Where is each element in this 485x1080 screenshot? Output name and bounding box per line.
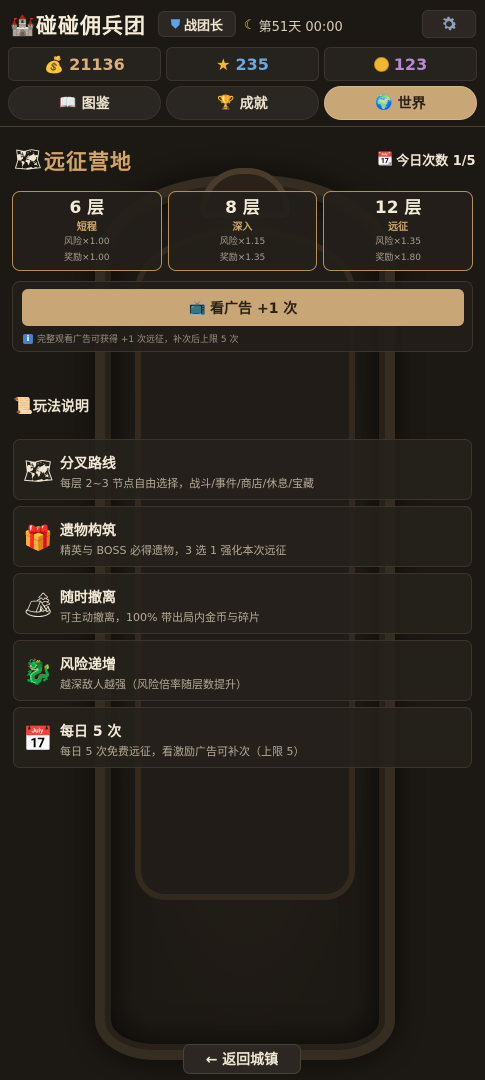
tab-achievements[interactable]: 🏆 成就 <box>166 86 319 120</box>
back-to-town-button[interactable]: ← 返回城镇 <box>183 1044 301 1074</box>
moon-icon: ☾ <box>244 18 256 33</box>
app-title: 碰碰佣兵团 <box>36 14 146 38</box>
depth-reward: 奖励×1.35 <box>219 253 266 263</box>
info-icon: i <box>23 333 33 344</box>
settings-button[interactable] <box>422 10 476 38</box>
map-icon: 🗺 <box>23 457 54 485</box>
coin-counter: 123 <box>324 47 477 81</box>
depth-title: 6 层 <box>69 198 105 218</box>
daily-attempts: 📆 今日次数 1/5 <box>377 150 476 169</box>
ad-panel: 📺 看广告 +1 次 i 完整观看广告可获得 +1 次远征，补次后上限 5 次 <box>12 281 473 352</box>
depth-name: 远征 <box>388 222 409 233</box>
rules-list: 🗺 分叉路线 每层 2~3 节点自由选择，战斗/事件/商店/休息/宝藏 🎁 遗物… <box>13 439 472 774</box>
rule-desc: 精英与 BOSS 必得遗物，3 选 1 强化本次远征 <box>60 544 287 557</box>
tab-label: 世界 <box>397 96 426 112</box>
depth-option-12[interactable]: 12 层 远征 风险×1.35 奖励×1.80 <box>323 191 474 271</box>
depth-option-6[interactable]: 6 层 短程 风险×1.00 奖励×1.00 <box>12 191 162 271</box>
rules-title: 玩法说明 <box>33 399 89 415</box>
rule-item: 🎁 遗物构筑 精英与 BOSS 必得遗物，3 选 1 强化本次远征 <box>13 506 472 567</box>
watch-ad-button[interactable]: 📺 看广告 +1 次 <box>22 289 464 326</box>
depth-risk: 风险×1.00 <box>64 237 110 247</box>
book-icon: 📖 <box>59 95 77 111</box>
trophy-icon: 🏆 <box>217 95 235 111</box>
rank-label: 战团长 <box>184 18 224 34</box>
star-value: 235 <box>235 54 269 74</box>
attempts-label: 今日次数 1/5 <box>396 154 476 169</box>
divider <box>0 126 485 127</box>
rank-badge[interactable]: ⛊ 战团长 <box>158 11 237 37</box>
day-time-label: 第51天 00:00 <box>258 20 343 35</box>
tab-label: 成就 <box>239 96 268 112</box>
top-bar: 🏰 碰碰佣兵团 ⛊ 战团长 ☾ 第51天 00:00 <box>0 0 485 46</box>
rule-title: 随时撤离 <box>60 590 116 606</box>
rule-desc: 可主动撤离，100% 带出局内金币与碎片 <box>60 611 260 624</box>
tab-label: 图鉴 <box>81 96 110 112</box>
rule-desc: 越深敌人越强（风险倍率随层数提升） <box>60 678 247 691</box>
rule-desc: 每日 5 次免费远征，看激励广告可补次（上限 5） <box>60 745 305 758</box>
depth-title: 8 层 <box>225 198 260 218</box>
coin-value: 123 <box>393 54 428 74</box>
money-bag-icon: 💰 <box>44 54 65 74</box>
depth-reward: 奖励×1.00 <box>64 253 110 263</box>
ad-note: i 完整观看广告可获得 +1 次远征，补次后上限 5 次 <box>23 332 238 345</box>
rule-desc: 每层 2~3 节点自由选择，战斗/事件/商店/休息/宝藏 <box>60 477 315 490</box>
star-icon: ★ <box>216 54 231 74</box>
camp-icon: 🏕 <box>23 591 54 619</box>
tab-world[interactable]: 🌍 世界 <box>324 86 477 120</box>
star-counter: ★ 235 <box>166 47 319 81</box>
tab-codex[interactable]: 📖 图鉴 <box>8 86 161 120</box>
gear-icon <box>443 16 457 31</box>
castle-icon: 🏰 <box>10 13 35 37</box>
depth-option-8[interactable]: 8 层 深入 风险×1.15 奖励×1.35 <box>167 191 318 271</box>
ad-note-text: 完整观看广告可获得 +1 次远征，补次后上限 5 次 <box>37 335 239 345</box>
depth-risk: 风险×1.35 <box>375 237 421 247</box>
coin-icon <box>373 56 389 72</box>
rule-title: 每日 5 次 <box>60 724 122 740</box>
rule-title: 分叉路线 <box>60 456 116 472</box>
tv-icon: 📺 <box>188 299 207 316</box>
depth-name: 短程 <box>76 222 97 233</box>
globe-icon: 🌍 <box>375 95 393 111</box>
rule-item: 🏕 随时撤离 可主动撤离，100% 带出局内金币与碎片 <box>13 573 472 634</box>
rule-title: 遗物构筑 <box>60 523 116 539</box>
rule-item: 📅 每日 5 次 每日 5 次免费远征，看激励广告可补次（上限 5） <box>13 707 472 768</box>
day-info: ☾ 第51天 00:00 <box>244 16 343 35</box>
depth-title: 12 层 <box>374 198 422 218</box>
rule-item: 🐉 风险递增 越深敌人越强（风险倍率随层数提升） <box>13 640 472 701</box>
watch-ad-label: 看广告 +1 次 <box>210 300 298 317</box>
main-tabs: 📖 图鉴 🏆 成就 🌍 世界 <box>8 86 477 120</box>
section-title: 远征营地 <box>44 150 132 174</box>
depth-reward: 奖励×1.80 <box>375 253 421 263</box>
depth-options: 6 层 短程 风险×1.00 奖励×1.00 8 层 深入 风险×1.15 奖励… <box>12 191 474 271</box>
gift-icon: 🎁 <box>23 524 53 552</box>
depth-name: 深入 <box>232 222 253 233</box>
scroll-icon: 📜 <box>13 396 33 415</box>
depth-risk: 风险×1.15 <box>219 237 266 247</box>
map-icon: 🗺 <box>14 148 42 173</box>
shield-icon: ⛊ <box>171 16 181 31</box>
resource-bar: 💰 21136 ★ 235 123 <box>8 47 477 81</box>
rule-title: 风险递增 <box>60 657 116 673</box>
gold-counter: 💰 21136 <box>8 47 161 81</box>
snake-icon: 🐉 <box>23 658 53 686</box>
rule-item: 🗺 分叉路线 每层 2~3 节点自由选择，战斗/事件/商店/休息/宝藏 <box>13 439 472 500</box>
calendar-icon: 📅 <box>23 725 53 753</box>
gold-value: 21136 <box>69 54 125 74</box>
calendar-icon: 📆 <box>377 152 394 167</box>
